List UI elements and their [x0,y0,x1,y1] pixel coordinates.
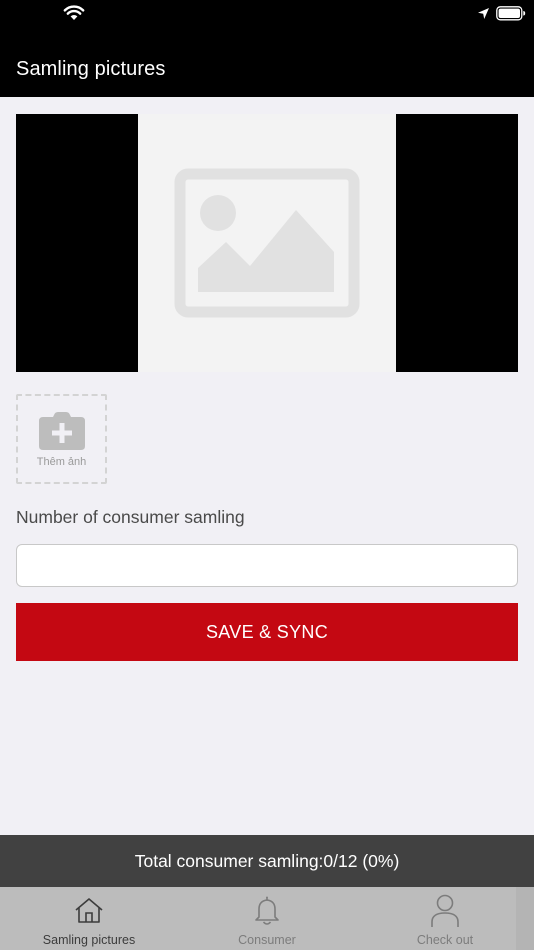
tab-label-check-out: Check out [416,933,474,947]
add-photo-button[interactable]: Thêm ảnh [16,394,107,484]
status-bar [0,0,534,28]
page-title: Samling pictures [16,58,166,80]
save-sync-button[interactable]: SAVE & SYNC [16,603,518,661]
camera-plus-icon [39,412,85,450]
add-photo-label: Thêm ảnh [36,456,87,468]
location-arrow-icon [478,8,489,19]
bell-icon [255,896,279,925]
home-icon [75,898,103,923]
tab-label-samling-pictures: Samling pictures [42,933,136,947]
navigation-bar: Samling pictures [0,28,534,97]
person-icon [431,894,459,927]
tab-bar-edge [516,887,534,950]
tab-samling-pictures[interactable]: Samling pictures [0,887,178,950]
consumer-count-label: Number of consumer samling [16,507,245,527]
tab-label-consumer: Consumer [238,933,296,947]
battery-icon [496,6,526,21]
tab-bar: Samling pictures Consumer Check out [0,887,534,950]
wifi-icon [63,5,85,20]
total-consumer-summary: Total consumer samling:0/12 (0%) [0,835,534,887]
consumer-count-input[interactable] [16,544,518,587]
image-placeholder [138,114,396,372]
tab-consumer[interactable]: Consumer [178,887,356,950]
tab-check-out[interactable]: Check out [356,887,534,950]
photo-preview[interactable] [16,114,518,372]
image-placeholder-icon [174,168,360,318]
